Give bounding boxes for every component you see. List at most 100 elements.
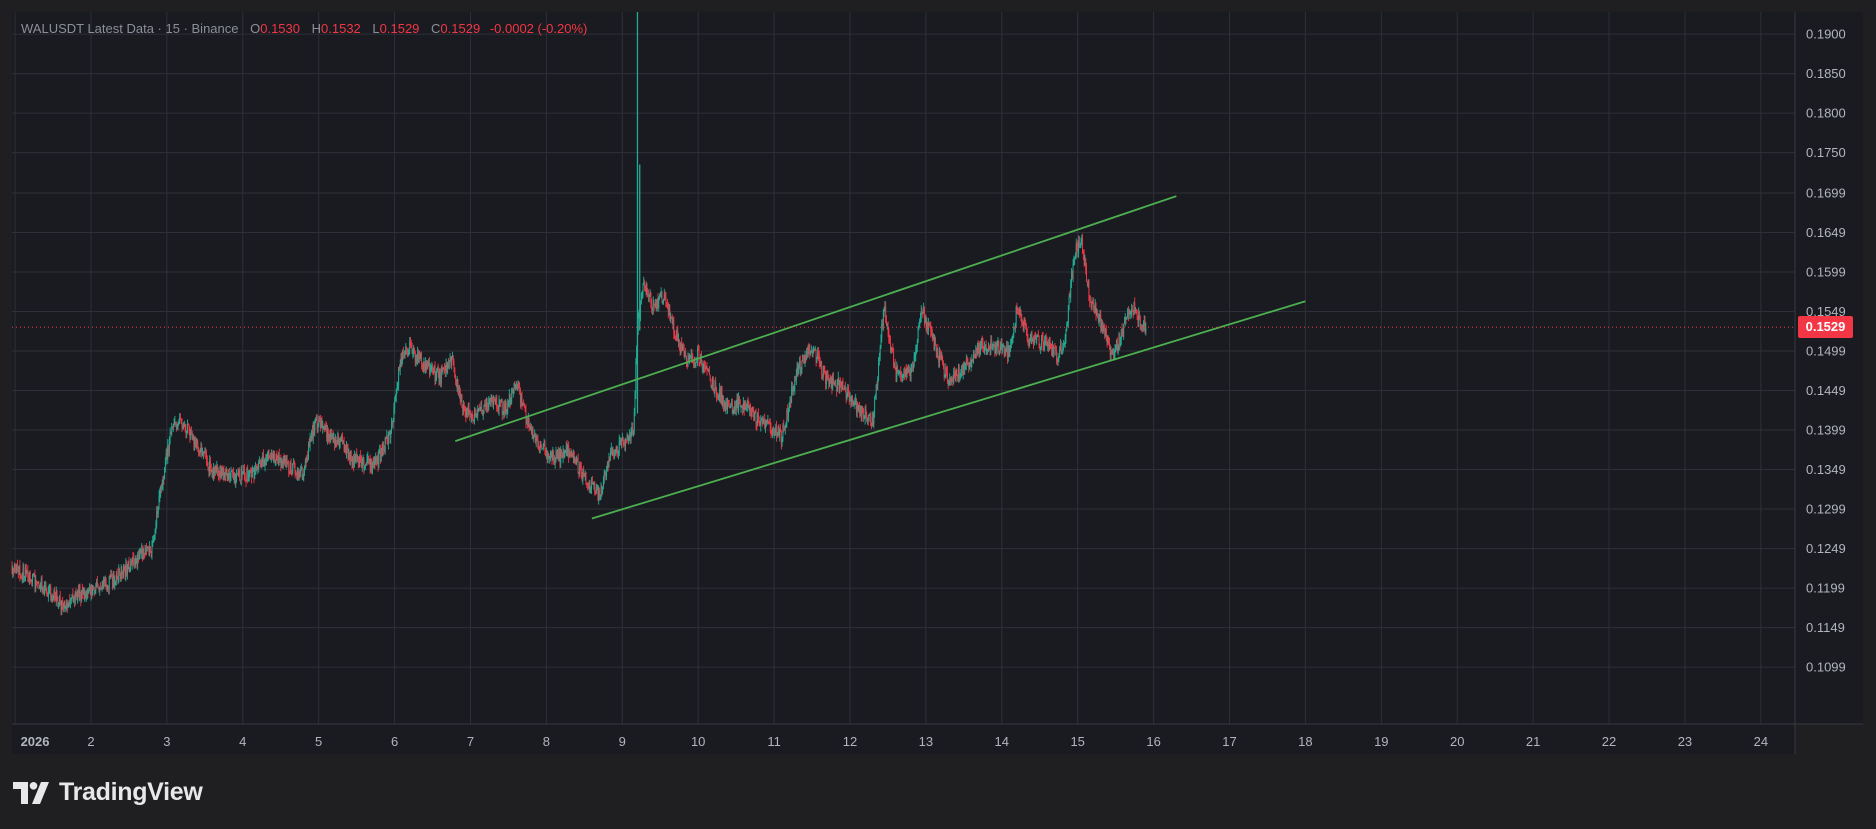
candle-body-down — [752, 410, 754, 412]
candle-body-up — [246, 468, 248, 482]
candle-body-down — [764, 419, 766, 429]
candle-body-up — [405, 346, 407, 354]
candle-body-up — [1044, 339, 1046, 342]
candle-body-down — [559, 453, 561, 464]
candle-body-down — [905, 368, 907, 376]
candle-body-down — [457, 379, 459, 391]
candle-body-up — [786, 410, 788, 424]
candle-body-up — [696, 361, 698, 363]
candle-body-down — [627, 434, 629, 441]
candle-body-up — [662, 302, 664, 304]
candle-body-down — [553, 451, 555, 460]
candle-body-down — [432, 372, 434, 374]
candle-body-up — [510, 398, 512, 403]
candle-body-up — [302, 475, 304, 478]
candle-body-up — [962, 364, 964, 375]
candle-body-up — [1091, 302, 1093, 307]
candle-body-down — [301, 466, 303, 478]
candle-body-down — [377, 456, 379, 466]
candle-body-up — [877, 377, 879, 386]
candle-body-down — [572, 453, 574, 458]
candle-body-up — [619, 439, 621, 441]
candle-body-up — [164, 467, 166, 479]
candle-body-up — [903, 370, 905, 376]
candle-body-down — [799, 360, 801, 372]
candle-body-down — [345, 445, 347, 454]
time-axis-tick-label: 8 — [543, 734, 550, 749]
candle-body-up — [515, 385, 517, 387]
candle-body-up — [633, 412, 635, 432]
tradingview-logo[interactable]: TradingView — [13, 778, 203, 807]
candle-body-up — [1127, 309, 1129, 318]
price-axis-tick-label: 0.1750 — [1806, 145, 1846, 160]
candle-body-up — [868, 415, 870, 422]
candle-body-down — [673, 319, 675, 335]
candle-body-down — [611, 447, 613, 452]
candle-body-up — [915, 350, 917, 356]
candle-body-down — [458, 390, 460, 395]
candle-body-down — [66, 602, 68, 608]
candle-body-down — [265, 460, 267, 462]
candle-body-down — [1007, 345, 1008, 359]
candle-body-up — [708, 369, 710, 371]
candle-body-up — [1009, 347, 1011, 352]
candle-body-up — [227, 476, 229, 478]
candle-body-down — [545, 448, 547, 457]
candle-body-down — [1033, 339, 1034, 345]
candle-body-down — [622, 437, 624, 442]
candle-body-down — [654, 305, 656, 307]
candle-body-up — [735, 405, 737, 411]
high-label: H — [311, 21, 322, 36]
candle-body-up — [428, 363, 430, 366]
candle-body-down — [527, 421, 528, 424]
candle-body-down — [939, 352, 941, 354]
candle-body-down — [347, 449, 349, 459]
candle-body-down — [620, 439, 622, 446]
candle-body-up — [394, 400, 396, 409]
candle-body-down — [62, 601, 64, 606]
candle-body-down — [742, 405, 744, 410]
candle-body-up — [1128, 311, 1130, 315]
candle-body-up — [1079, 244, 1081, 248]
candle-body-down — [294, 466, 296, 474]
candle-body-up — [801, 361, 803, 370]
candle-body-up — [320, 422, 322, 427]
candle-body-up — [738, 397, 740, 410]
candle-body-up — [308, 443, 309, 459]
candle-body-down — [15, 567, 17, 572]
candle-body-down — [803, 357, 805, 364]
candle-body-down — [675, 336, 677, 339]
candle-body-down — [197, 442, 199, 449]
candle-body-down — [580, 465, 582, 479]
candle-body-down — [492, 398, 494, 405]
candle-body-up — [932, 334, 934, 339]
candle-body-up — [1029, 338, 1031, 341]
candle-body-down — [257, 466, 259, 470]
candle-body-up — [616, 451, 618, 452]
candle-body-down — [185, 429, 187, 433]
candle-body-up — [222, 470, 224, 476]
candle-body-up — [1135, 309, 1136, 312]
candle-body-up — [372, 461, 373, 471]
candle-body-down — [402, 352, 404, 354]
candle-body-up — [447, 364, 449, 369]
candle-body-down — [327, 429, 329, 440]
candle-body-up — [256, 466, 258, 472]
candle-body-up — [152, 540, 154, 543]
candle-body-up — [1078, 240, 1080, 254]
candle-body-up — [682, 345, 683, 350]
candle-body-up — [960, 372, 962, 377]
candle-body-down — [180, 420, 182, 424]
candle-body-down — [260, 463, 262, 465]
candle-body-down — [494, 400, 496, 403]
price-chart[interactable]: 2026 2 3 4 5 6 7 8 9 10 11 12 13 14 15 16 17 18 19 20 21 22 23… — [0, 0, 1876, 829]
candle-body-up — [572, 451, 574, 458]
candle-body-up — [776, 434, 778, 436]
candle-body-down — [374, 459, 376, 464]
candle-body-up — [614, 453, 615, 455]
candle-body-down — [753, 411, 755, 419]
candle-body-up — [610, 452, 611, 459]
candle-body-down — [1027, 339, 1029, 344]
candle-body-down — [772, 427, 774, 433]
candle-body-down — [117, 579, 119, 582]
